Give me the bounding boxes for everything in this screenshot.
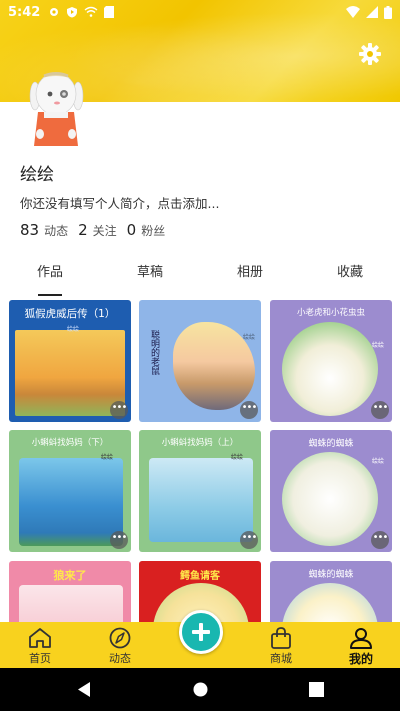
profile-stats: 83 动态 2 关注 0 粉丝	[20, 221, 173, 239]
nav-home[interactable]: 首页	[10, 622, 70, 668]
work-card[interactable]: 聪明的老鼠 绘绘 •••	[139, 300, 261, 422]
compass-icon	[109, 627, 131, 649]
tab-drafts[interactable]: 草稿	[100, 258, 200, 298]
card-illustration	[19, 458, 123, 546]
back-icon[interactable]	[76, 681, 92, 698]
sd-card-icon	[104, 6, 115, 18]
card-illustration	[282, 322, 378, 416]
status-bar: 5:42	[0, 0, 400, 24]
play-protect-icon	[67, 7, 78, 18]
bio-placeholder[interactable]: 你还没有填写个人简介，点击添加...	[20, 193, 219, 212]
nav-me[interactable]: 我的	[331, 622, 391, 668]
work-title: 聪明的老鼠	[149, 330, 159, 375]
home-circle-icon[interactable]	[192, 681, 209, 698]
work-title: 小蝌蚪找妈妈（下）	[31, 438, 109, 448]
work-card[interactable]: 狼来了	[9, 561, 131, 622]
nav-home-label: 首页	[29, 652, 51, 665]
work-author: 绘绘	[371, 458, 384, 465]
following-label[interactable]: 关注	[93, 222, 117, 239]
work-author: 绘绘	[230, 454, 243, 461]
plus-icon	[192, 623, 210, 641]
nav-shop-label: 商城	[270, 652, 292, 665]
recents-icon[interactable]	[309, 682, 324, 697]
following-count[interactable]: 2	[78, 221, 88, 239]
create-post-button[interactable]	[179, 610, 223, 654]
person-icon	[350, 628, 372, 649]
work-author: 绘绘	[371, 342, 384, 349]
card-illustration	[282, 452, 378, 546]
more-options-button[interactable]: •••	[110, 531, 128, 549]
followers-count[interactable]: 0	[127, 221, 137, 239]
work-title: 蜘蛛的蜘蛛	[308, 439, 354, 449]
work-card[interactable]: 小蝌蚪找妈妈（上） 绘绘 •••	[139, 430, 261, 552]
profile-tabs: 作品 草稿 相册 收藏	[0, 258, 400, 298]
more-options-button[interactable]: •••	[371, 531, 389, 549]
shopping-bag-icon	[271, 627, 291, 649]
username: 绘绘	[20, 165, 54, 185]
tab-favorites[interactable]: 收藏	[300, 258, 400, 298]
work-card[interactable]: 蜘蛛的蜘蛛	[270, 561, 392, 622]
profile-screen: 5:42 绘绘 你还没有填写个人简介，点击添加... 83 动态 2 关注 0 …	[0, 0, 400, 711]
nav-feed-label: 动态	[109, 652, 131, 665]
card-illustration	[19, 585, 123, 622]
work-title: 鳄鱼请客	[180, 571, 220, 582]
settings-gear-icon[interactable]	[358, 42, 382, 66]
followers-label[interactable]: 粉丝	[141, 222, 165, 239]
work-card[interactable]: 小蝌蚪找妈妈（下） 绘绘 •••	[9, 430, 131, 552]
status-time: 5:42	[8, 4, 41, 20]
work-author: 绘绘	[242, 334, 255, 341]
wifi-icon	[346, 6, 360, 18]
more-options-button[interactable]: •••	[240, 531, 258, 549]
avatar[interactable]	[20, 66, 92, 148]
work-card[interactable]: 狐假虎威后传（1） 绘绘 •••	[9, 300, 131, 422]
wifi-off-icon	[84, 6, 98, 17]
work-title: 小蝌蚪找妈妈（上）	[161, 438, 239, 448]
tab-album[interactable]: 相册	[200, 258, 300, 298]
more-options-button[interactable]: •••	[110, 401, 128, 419]
gear-status-icon	[50, 8, 59, 16]
signal-icon	[366, 6, 378, 18]
work-title: 狐假虎威后传（1）	[24, 308, 116, 320]
battery-icon	[384, 5, 392, 19]
work-title: 狼来了	[53, 569, 87, 582]
more-options-button[interactable]: •••	[371, 401, 389, 419]
nav-me-label: 我的	[348, 652, 373, 666]
work-card[interactable]: 小老虎和小花虫虫 绘绘 •••	[270, 300, 392, 422]
work-title: 蜘蛛的蜘蛛	[308, 570, 354, 580]
works-grid: 狐假虎威后传（1） 绘绘 ••• 聪明的老鼠 绘绘 ••• 小老虎和小花虫虫 绘…	[0, 298, 400, 622]
card-illustration	[282, 583, 378, 622]
posts-count[interactable]: 83	[20, 221, 39, 239]
work-author: 绘绘	[66, 326, 79, 333]
card-illustration	[149, 458, 253, 542]
work-card[interactable]: 蜘蛛的蜘蛛 绘绘 •••	[270, 430, 392, 552]
work-title: 小老虎和小花虫虫	[296, 308, 365, 318]
more-options-button[interactable]: •••	[240, 401, 258, 419]
nav-shop[interactable]: 商城	[251, 622, 311, 668]
card-illustration	[15, 330, 125, 416]
nav-feed[interactable]: 动态	[90, 622, 150, 668]
posts-label[interactable]: 动态	[44, 222, 68, 239]
tab-works[interactable]: 作品	[0, 258, 100, 298]
system-navigation-bar	[0, 668, 400, 711]
work-author: 绘绘	[100, 454, 113, 461]
home-icon	[29, 628, 51, 648]
